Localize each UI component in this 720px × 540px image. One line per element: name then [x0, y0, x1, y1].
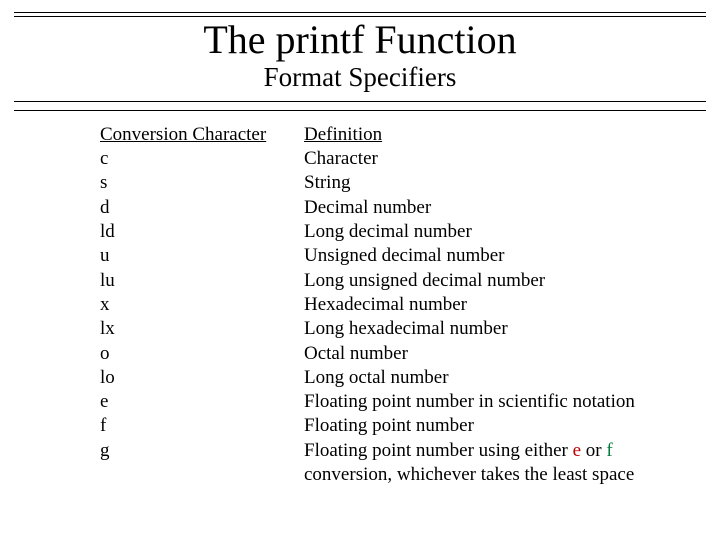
cell-char: s — [100, 171, 304, 195]
table-row: g Floating point number using either e o… — [100, 439, 704, 488]
def-f-highlight: f — [606, 440, 612, 461]
table-row: e Floating point number in scientific no… — [100, 390, 704, 414]
cell-def: String — [304, 171, 704, 195]
cell-char: ld — [100, 220, 304, 244]
cell-def: Character — [304, 147, 704, 171]
cell-char: o — [100, 342, 304, 366]
table-row: x Hexadecimal number — [100, 293, 704, 317]
def-text: conversion, whichever takes the least sp… — [304, 464, 634, 485]
divider-top-1 — [14, 12, 706, 13]
cell-def: Floating point number in scientific nota… — [304, 390, 704, 414]
cell-char: lx — [100, 317, 304, 341]
table-header-row: Conversion Character Definition — [100, 123, 704, 147]
def-text: Floating point number using either — [304, 440, 573, 461]
header-definition: Definition — [304, 123, 704, 147]
slide-frame: The printf Function Format Specifiers Co… — [0, 0, 720, 540]
cell-char: f — [100, 414, 304, 438]
cell-char: x — [100, 293, 304, 317]
cell-char: c — [100, 147, 304, 171]
cell-char: lu — [100, 269, 304, 293]
cell-def: Long octal number — [304, 366, 704, 390]
cell-def: Floating point number — [304, 414, 704, 438]
def-e-highlight: e — [573, 440, 581, 461]
table-row: f Floating point number — [100, 414, 704, 438]
page-subtitle: Format Specifiers — [14, 63, 706, 93]
cell-def: Long hexadecimal number — [304, 317, 704, 341]
def-text: or — [581, 440, 606, 461]
cell-def: Hexadecimal number — [304, 293, 704, 317]
cell-char: g — [100, 439, 304, 488]
cell-def: Floating point number using either e or … — [304, 439, 704, 488]
header-conversion-character: Conversion Character — [100, 123, 304, 147]
cell-char: e — [100, 390, 304, 414]
cell-def: Long unsigned decimal number — [304, 269, 704, 293]
table-row: lu Long unsigned decimal number — [100, 269, 704, 293]
cell-char: d — [100, 196, 304, 220]
cell-def: Unsigned decimal number — [304, 244, 704, 268]
content-area: Conversion Character Definition c Charac… — [14, 117, 706, 488]
table-row: c Character — [100, 147, 704, 171]
table-row: lx Long hexadecimal number — [100, 317, 704, 341]
page-title: The printf Function — [14, 19, 706, 61]
table-row: lo Long octal number — [100, 366, 704, 390]
cell-char: u — [100, 244, 304, 268]
table-row: d Decimal number — [100, 196, 704, 220]
cell-char: lo — [100, 366, 304, 390]
table-row: o Octal number — [100, 342, 704, 366]
cell-def: Decimal number — [304, 196, 704, 220]
divider-mid-2 — [14, 110, 706, 111]
cell-def: Long decimal number — [304, 220, 704, 244]
slide-inner: The printf Function Format Specifiers Co… — [14, 12, 706, 530]
table-row: s String — [100, 171, 704, 195]
table-row: u Unsigned decimal number — [100, 244, 704, 268]
cell-def: Octal number — [304, 342, 704, 366]
table-row: ld Long decimal number — [100, 220, 704, 244]
divider-mid-1 — [14, 101, 706, 102]
